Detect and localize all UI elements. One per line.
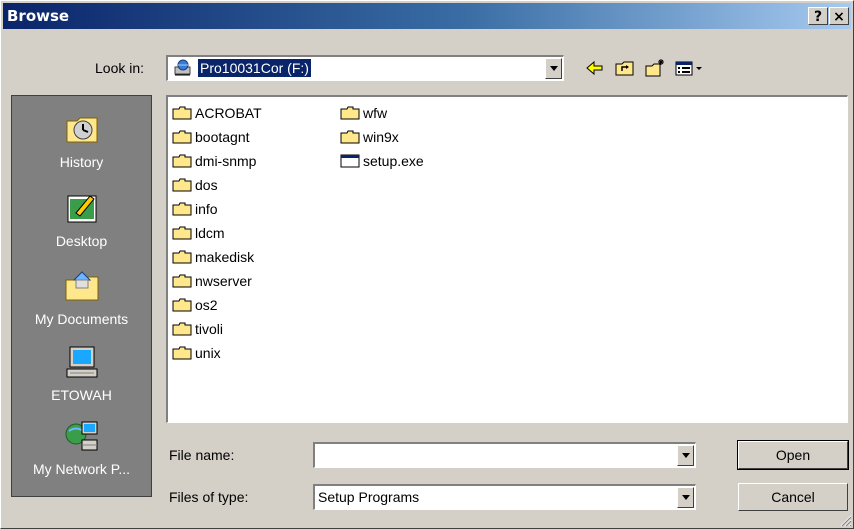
list-item-label: dmi-snmp — [195, 153, 257, 169]
list-item[interactable]: ldcm — [172, 221, 262, 245]
places-bar: History Desktop My Documents ETOWAH My N… — [11, 95, 152, 497]
back-arrow-icon[interactable] — [584, 57, 606, 79]
list-item-label: ldcm — [195, 225, 225, 241]
resize-grip-icon[interactable] — [840, 515, 852, 527]
folder-icon — [172, 202, 192, 216]
folder-icon — [172, 106, 192, 120]
file-column-1: ACROBAT bootagnt dmi-snmp dos info ldcm … — [172, 101, 262, 365]
list-item[interactable]: dos — [172, 173, 262, 197]
file-name-input[interactable] — [313, 442, 696, 468]
list-item-label: win9x — [363, 129, 399, 145]
list-item-label: info — [195, 201, 218, 217]
title-bar[interactable]: Browse ? × — [3, 3, 851, 29]
cancel-button[interactable]: Cancel — [738, 483, 848, 511]
list-item-label: dos — [195, 177, 218, 193]
new-folder-icon[interactable] — [644, 57, 666, 79]
file-type-label: Files of type: — [169, 489, 249, 505]
folder-icon — [172, 346, 192, 360]
list-item[interactable]: info — [172, 197, 262, 221]
folder-icon — [172, 322, 192, 336]
place-network[interactable]: My Network P... — [12, 418, 151, 477]
folder-icon — [340, 130, 360, 144]
file-type-dropdown-arrow[interactable] — [677, 487, 694, 508]
file-type-dropdown[interactable]: Setup Programs — [313, 484, 696, 510]
folder-icon — [172, 226, 192, 240]
network-drive-icon — [174, 59, 191, 76]
list-item-label: unix — [195, 345, 221, 361]
history-icon — [66, 117, 97, 143]
browse-dialog: Browse ? × Look in: Pro10031Cor (F:) His… — [0, 0, 854, 529]
file-list[interactable]: ACROBAT bootagnt dmi-snmp dos info ldcm … — [166, 95, 848, 423]
place-label: My Network P... — [33, 461, 130, 477]
window-title: Browse — [7, 7, 70, 25]
close-button[interactable]: × — [829, 7, 849, 25]
folder-icon — [172, 154, 192, 168]
list-item[interactable]: os2 — [172, 293, 262, 317]
list-item-label: os2 — [195, 297, 218, 313]
list-item[interactable]: tivoli — [172, 317, 262, 341]
file-name-label: File name: — [169, 447, 235, 463]
list-item[interactable]: makedisk — [172, 245, 262, 269]
help-button[interactable]: ? — [808, 7, 828, 25]
list-item-label: tivoli — [195, 321, 224, 337]
exe-file-icon — [340, 154, 360, 168]
place-history[interactable]: History — [12, 111, 151, 170]
place-my-documents[interactable]: My Documents — [12, 268, 151, 327]
file-column-2: wfw win9x setup.exe — [340, 101, 424, 173]
place-label: History — [59, 154, 104, 170]
look-in-dropdown-arrow[interactable] — [545, 58, 562, 79]
view-menu-icon[interactable] — [674, 57, 704, 79]
list-item-label: bootagnt — [195, 129, 250, 145]
look-in-label: Look in: — [95, 60, 145, 76]
folder-icon — [340, 106, 360, 120]
folder-icon — [172, 130, 192, 144]
open-button[interactable]: Open — [737, 440, 849, 470]
look-in-dropdown[interactable]: Pro10031Cor (F:) — [166, 55, 564, 81]
folder-icon — [172, 298, 192, 312]
list-item-label: setup.exe — [363, 153, 424, 169]
list-item[interactable]: setup.exe — [340, 149, 424, 173]
folder-icon — [172, 250, 192, 264]
list-item[interactable]: dmi-snmp — [172, 149, 262, 173]
place-label: ETOWAH — [51, 387, 112, 403]
my-computer-icon — [66, 346, 97, 378]
list-item[interactable]: unix — [172, 341, 262, 365]
my-documents-icon — [65, 271, 98, 301]
place-etowah[interactable]: ETOWAH — [12, 344, 151, 403]
network-places-icon — [65, 421, 97, 451]
list-item-label: wfw — [363, 105, 388, 121]
list-item-label: nwserver — [195, 273, 252, 289]
up-folder-icon[interactable] — [614, 57, 636, 79]
list-item-label: makedisk — [195, 249, 255, 265]
folder-icon — [172, 274, 192, 288]
list-item-label: ACROBAT — [195, 105, 262, 121]
place-desktop[interactable]: Desktop — [12, 190, 151, 249]
place-label: My Documents — [34, 311, 129, 327]
desktop-icon — [67, 195, 96, 223]
file-type-value: Setup Programs — [318, 489, 420, 505]
list-item[interactable]: bootagnt — [172, 125, 262, 149]
look-in-value: Pro10031Cor (F:) — [197, 58, 312, 78]
list-item[interactable]: nwserver — [172, 269, 262, 293]
folder-icon — [172, 178, 192, 192]
list-item[interactable]: wfw — [340, 101, 424, 125]
list-item[interactable]: ACROBAT — [172, 101, 262, 125]
file-name-dropdown-arrow[interactable] — [677, 445, 694, 466]
place-label: Desktop — [55, 233, 108, 249]
list-item[interactable]: win9x — [340, 125, 424, 149]
